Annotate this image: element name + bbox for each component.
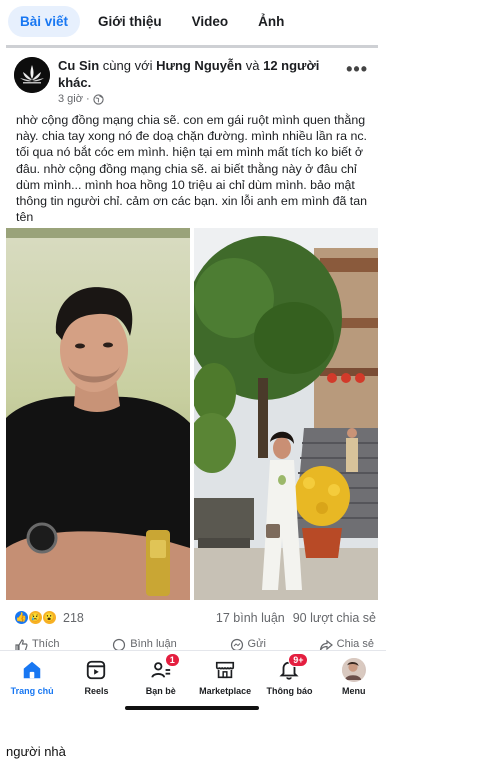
author-avatar[interactable]	[14, 57, 50, 93]
post-meta: 3 giờ ·	[58, 93, 104, 105]
reels-icon	[87, 660, 106, 680]
nav-marketplace-label: Marketplace	[199, 686, 252, 696]
menu-avatar	[341, 658, 366, 682]
nav-friends-label: Bạn bè	[145, 686, 176, 696]
reaction-count: 218	[63, 610, 84, 625]
nav-menu[interactable]: Menu	[323, 657, 385, 696]
section-divider	[6, 45, 378, 48]
comment-count[interactable]: 17 bình luận	[216, 611, 285, 625]
nav-home[interactable]: Trang chủ	[1, 657, 63, 696]
share-count[interactable]: 90 lượt chia sẻ	[293, 611, 376, 625]
notifications-badge: 9+	[288, 653, 309, 667]
bottom-navigation: Trang chủ Reels 1 Bạn bè Marketplace 9+	[0, 650, 386, 700]
reaction-summary[interactable]: 👍 😢 😮 218	[14, 610, 84, 625]
nav-home-label: Trang chủ	[10, 686, 54, 696]
tagged-friend[interactable]: Hưng Nguyễn	[156, 58, 242, 73]
profile-tabs: Bài viết Giới thiệu Video Ảnh	[8, 4, 378, 38]
caption-text: người nhà	[6, 744, 66, 759]
with-text: cùng với	[102, 58, 153, 73]
and-text: và	[245, 58, 260, 73]
tab-video[interactable]: Video	[180, 6, 241, 37]
post-photo-woman[interactable]	[194, 228, 378, 600]
post-time[interactable]: 3 giờ	[58, 93, 83, 105]
nav-reels-label: Reels	[84, 686, 109, 696]
sad-reaction-icon: 😢	[28, 610, 43, 625]
author-name[interactable]: Cu Sin	[58, 58, 99, 73]
nav-notifications-label: Thông báo	[266, 686, 313, 696]
share-label: Chia sẻ	[336, 638, 374, 650]
more-options-icon[interactable]: •••	[346, 59, 368, 80]
facebook-app-screen: Bài viết Giới thiệu Video Ảnh Cu Sin cùn…	[0, 0, 386, 720]
nav-marketplace[interactable]: Marketplace	[194, 657, 256, 696]
globe-icon	[92, 93, 104, 105]
nav-notifications[interactable]: 9+ Thông báo	[258, 653, 320, 696]
home-icon	[23, 661, 41, 679]
post-photo-man[interactable]	[6, 228, 190, 600]
like-label: Thích	[32, 638, 60, 650]
marketplace-icon	[216, 661, 235, 679]
tab-about[interactable]: Giới thiệu	[86, 6, 174, 37]
nav-friends[interactable]: 1 Bạn bè	[130, 653, 192, 696]
wow-reaction-icon: 😮	[42, 610, 57, 625]
home-indicator	[125, 706, 259, 710]
author-line: Cu Sin cùng với Hưng Nguyễn và 12 người …	[58, 57, 328, 91]
tab-posts[interactable]: Bài viết	[8, 5, 81, 37]
comment-label: Bình luận	[130, 638, 177, 650]
nav-reels[interactable]: Reels	[65, 657, 127, 696]
nav-menu-label: Menu	[342, 686, 366, 696]
post-body: nhờ cộng đồng mạng chia sẽ. con em gái r…	[16, 113, 368, 225]
post-stats: 17 bình luận 90 lượt chia sẻ	[216, 611, 376, 625]
tab-photos[interactable]: Ảnh	[246, 6, 296, 37]
meta-dot: ·	[85, 93, 90, 105]
send-label: Gửi	[247, 638, 266, 650]
post-header: Cu Sin cùng với Hưng Nguyễn và 12 người …	[14, 57, 378, 107]
friends-badge: 1	[164, 653, 180, 667]
like-reaction-icon: 👍	[14, 610, 29, 625]
